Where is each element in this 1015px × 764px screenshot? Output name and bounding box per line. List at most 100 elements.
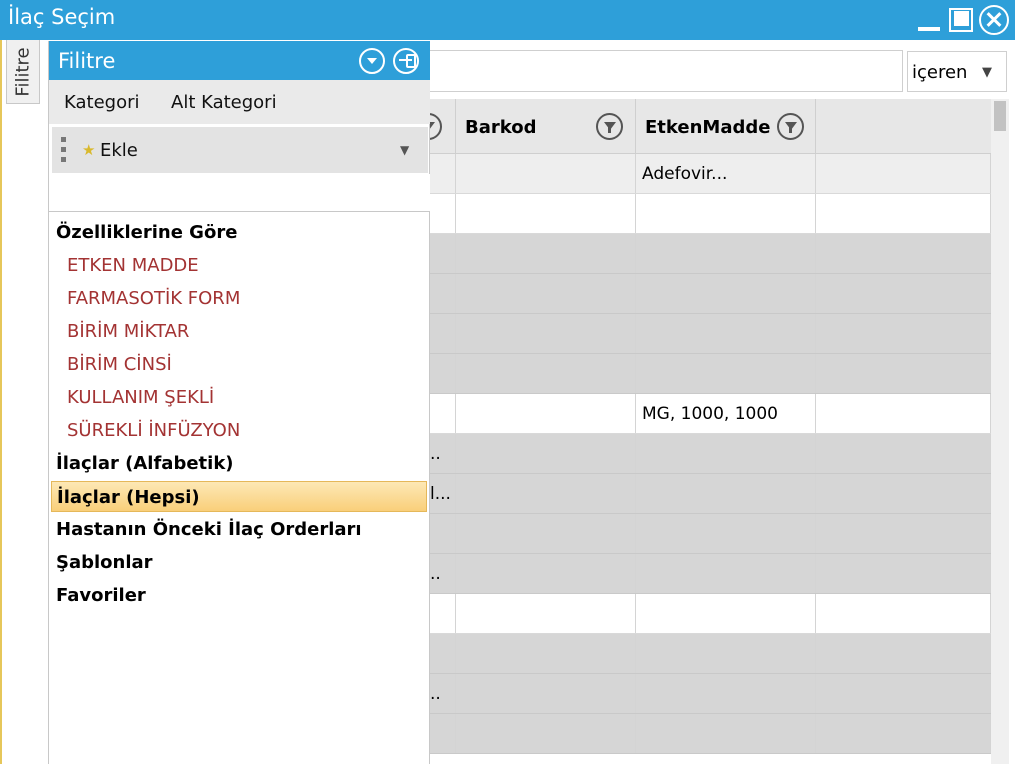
table-cell	[428, 234, 456, 273]
tree-group-item[interactable]: İlaçlar (Alfabetik)	[51, 448, 427, 479]
table-cell	[456, 314, 636, 353]
table-row[interactable]	[428, 274, 991, 314]
table-row[interactable]	[428, 234, 991, 274]
table-row[interactable]	[428, 194, 991, 234]
column-filter-icon[interactable]	[596, 113, 623, 140]
table-cell	[636, 314, 816, 353]
table-cell	[636, 234, 816, 273]
table-cell	[816, 634, 991, 673]
tree-sub-item[interactable]: SÜREKLİ İNFÜZYON	[51, 415, 427, 446]
table-cell	[456, 394, 636, 433]
table-cell	[816, 194, 991, 233]
scrollbar-thumb[interactable]	[994, 101, 1006, 131]
table-cell	[816, 434, 991, 473]
table-cell	[456, 714, 636, 753]
chevron-down-icon[interactable]: ▼	[400, 143, 409, 157]
table-cell	[636, 594, 816, 633]
tab-alt-kategori[interactable]: Alt Kategori	[171, 92, 277, 113]
column-filter-icon[interactable]	[428, 113, 442, 140]
table-cell	[816, 594, 991, 633]
table-cell	[636, 714, 816, 753]
table-cell	[816, 514, 991, 553]
table-cell	[456, 234, 636, 273]
add-favorite-toolbar[interactable]: ★ Ekle ▼	[52, 127, 428, 173]
table-row[interactable]	[428, 634, 991, 674]
chevron-down-icon: ▼	[982, 65, 992, 80]
panel-dropdown-icon[interactable]	[359, 48, 385, 74]
column-filter-icon[interactable]	[777, 113, 804, 140]
close-icon[interactable]	[979, 5, 1009, 35]
tree-group-item[interactable]: İlaçlar (Hepsi)	[51, 481, 427, 512]
tree-group-item[interactable]: Özelliklerine Göre	[51, 217, 427, 248]
filter-panel-header: Filitre	[49, 41, 430, 80]
tree-group-item[interactable]: Favoriler	[51, 580, 427, 611]
table-row[interactable]: l...	[428, 474, 991, 514]
column-header-3[interactable]	[816, 99, 991, 154]
tab-kategori[interactable]: Kategori	[64, 92, 140, 113]
filter-cell[interactable]	[816, 154, 991, 193]
column-header-0[interactable]	[428, 99, 456, 154]
table-cell	[456, 554, 636, 593]
column-header-label: Barkod	[465, 117, 537, 138]
table-row[interactable]: ..	[428, 554, 991, 594]
table-row[interactable]	[428, 714, 991, 754]
maximize-icon[interactable]	[946, 5, 976, 35]
table-cell	[456, 514, 636, 553]
search-input[interactable]	[425, 50, 903, 92]
table-row[interactable]	[428, 514, 991, 554]
table-cell	[428, 314, 456, 353]
tree-sub-item[interactable]: KULLANIM ŞEKLİ	[51, 382, 427, 413]
table-cell	[636, 474, 816, 513]
table-cell	[428, 514, 456, 553]
table-cell	[456, 594, 636, 633]
filter-cell[interactable]	[456, 154, 636, 193]
table-cell	[636, 354, 816, 393]
minimize-icon[interactable]	[914, 5, 944, 35]
side-tab-label: Filitre	[12, 46, 34, 97]
side-tab-filitre[interactable]: Filitre	[6, 40, 40, 104]
grid-scrollbar[interactable]	[991, 99, 1009, 764]
table-cell	[428, 714, 456, 753]
table-cell: ..	[428, 554, 456, 593]
table-cell	[816, 554, 991, 593]
table-row[interactable]	[428, 354, 991, 394]
table-cell	[456, 354, 636, 393]
filter-panel-title: Filitre	[58, 49, 116, 73]
table-cell: l...	[428, 474, 456, 513]
table-cell	[816, 394, 991, 433]
table-row[interactable]	[428, 594, 991, 634]
grid-header: Barkod EtkenMadde	[428, 99, 991, 154]
table-cell	[816, 314, 991, 353]
filter-cell[interactable]: Adefovir...	[636, 154, 816, 193]
tree-group-item[interactable]: Şablonlar	[51, 547, 427, 578]
table-cell	[428, 274, 456, 313]
tree-sub-item[interactable]: FARMASOTİK FORM	[51, 283, 427, 314]
match-mode-select[interactable]: içeren ▼	[907, 51, 1007, 92]
drag-grip-icon[interactable]	[61, 137, 66, 163]
filter-cell[interactable]	[428, 154, 456, 193]
table-cell	[636, 634, 816, 673]
table-cell	[816, 274, 991, 313]
table-row[interactable]	[428, 314, 991, 354]
star-icon: ★	[82, 141, 96, 159]
window-title: İlaç Seçim	[8, 5, 116, 29]
table-row[interactable]: MG, 1000, 1000	[428, 394, 991, 434]
table-cell	[456, 634, 636, 673]
table-row[interactable]: ..	[428, 434, 991, 474]
table-cell	[636, 274, 816, 313]
table-cell	[816, 674, 991, 713]
table-row[interactable]: ..	[428, 674, 991, 714]
match-mode-value: içeren	[912, 62, 968, 83]
tree-sub-item[interactable]: BİRİM CİNSİ	[51, 349, 427, 380]
panel-search-input[interactable]	[49, 174, 430, 212]
tree-group-item[interactable]: Hastanın Önceki İlaç Orderları	[51, 514, 427, 545]
side-strip	[0, 40, 47, 764]
column-header-barkod[interactable]: Barkod	[456, 99, 636, 154]
table-cell	[816, 474, 991, 513]
tree-sub-item[interactable]: ETKEN MADDE	[51, 250, 427, 281]
tree-sub-item[interactable]: BİRİM MİKTAR	[51, 316, 427, 347]
column-header-etkenmadde[interactable]: EtkenMadde	[636, 99, 816, 154]
pin-icon[interactable]	[393, 48, 419, 74]
table-cell	[456, 474, 636, 513]
add-button-label: Ekle	[100, 140, 138, 161]
